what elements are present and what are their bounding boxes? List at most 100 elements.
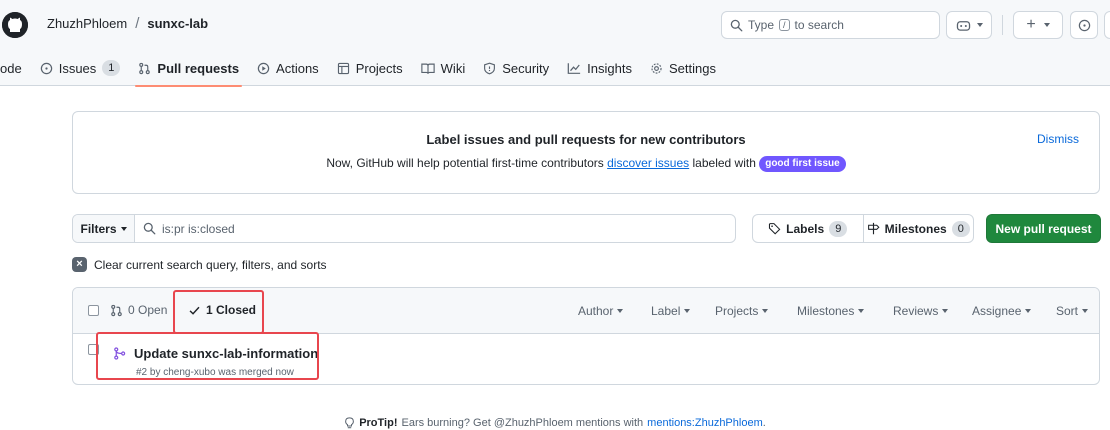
shield-icon [483, 62, 496, 75]
chevron-down-icon [976, 23, 983, 27]
facet-label: Assignee [972, 304, 1022, 318]
open-filter[interactable]: 0 Open [110, 303, 167, 317]
projects-filter[interactable]: Projects [715, 304, 769, 318]
row-checkbox[interactable] [88, 344, 99, 355]
breadcrumb-repo[interactable]: sunxc-lab [147, 16, 208, 31]
search-shortcut-key: / [779, 19, 790, 31]
select-all-checkbox[interactable] [88, 305, 99, 316]
check-icon [188, 304, 201, 317]
copilot-button[interactable] [946, 11, 992, 39]
search-query-value: is:pr is:closed [162, 221, 235, 236]
closed-count-label: 1 Closed [206, 303, 257, 317]
light-bulb-icon [344, 417, 355, 429]
pr-title-link[interactable]: Update sunxc-lab-information [113, 346, 318, 361]
git-merge-icon [113, 347, 126, 360]
filters-button[interactable]: Filters [73, 215, 135, 242]
create-new-button[interactable]: + [1013, 11, 1063, 39]
facet-label: Reviews [893, 304, 939, 318]
search-placeholder-suffix: to search [794, 18, 844, 32]
facet-label: Label [651, 304, 681, 318]
chevron-down-icon [858, 309, 865, 313]
protip-end: . [762, 417, 766, 429]
chevron-down-icon [617, 309, 624, 313]
labels-button[interactable]: Labels 9 [753, 215, 863, 242]
milestones-button-label: Milestones [884, 221, 947, 236]
pull-requests-button[interactable] [1104, 11, 1110, 39]
breadcrumb-separator: / [135, 15, 140, 32]
facet-label: Author [578, 304, 614, 318]
copilot-icon [956, 19, 971, 32]
tab-issues[interactable]: Issues 1 [31, 50, 130, 86]
facet-label: Projects [715, 304, 759, 318]
chevron-down-icon [1043, 23, 1050, 27]
milestones-filter[interactable]: Milestones [797, 304, 865, 318]
discover-issues-link[interactable]: discover issues [607, 156, 689, 170]
chevron-down-icon [1082, 309, 1089, 313]
search-query-input[interactable]: is:pr is:closed [135, 215, 735, 242]
milestones-count-badge: 0 [951, 220, 970, 237]
tab-label: Settings [668, 60, 716, 76]
issue-opened-icon [1078, 19, 1091, 32]
chevron-down-icon [762, 309, 769, 313]
chevron-down-icon [120, 226, 127, 231]
tab-label: Issues [58, 60, 97, 76]
issues-button[interactable] [1070, 11, 1098, 39]
new-pull-request-button[interactable]: New pull request [986, 214, 1101, 243]
protip-label: ProTip! [359, 417, 398, 429]
label-filter[interactable]: Label [651, 304, 691, 318]
tab-pull-requests[interactable]: Pull requests [129, 50, 248, 87]
graph-icon [567, 62, 581, 75]
tab-code[interactable]: ode [0, 50, 31, 86]
dismiss-button[interactable]: Dismiss [1037, 132, 1079, 146]
pr-meta: #2 by cheng-xubo was merged now [136, 367, 294, 378]
tab-insights[interactable]: Insights [558, 50, 641, 86]
list-header: 0 Open 1 Closed Author Label Projects Mi… [73, 288, 1099, 334]
assignee-filter[interactable]: Assignee [972, 304, 1032, 318]
header-divider [1002, 15, 1003, 35]
play-icon [257, 62, 270, 75]
pr-title: Update sunxc-lab-information [134, 346, 319, 361]
table-row: Update sunxc-lab-information #2 by cheng… [73, 334, 1099, 384]
breadcrumb-owner[interactable]: ZhuzhPhloem [47, 16, 127, 31]
banner-text-before: Now, GitHub will help potential first-ti… [326, 156, 604, 170]
repo-header: ZhuzhPhloem / sunxc-lab Type / to search… [0, 0, 1110, 87]
search-icon [730, 19, 743, 32]
git-pull-request-icon [138, 62, 151, 75]
clear-filters-link[interactable]: × Clear current search query, filters, a… [72, 257, 327, 272]
sort-filter[interactable]: Sort [1056, 304, 1089, 318]
tab-label: Wiki [440, 60, 466, 76]
new-contributors-banner: Label issues and pull requests for new c… [72, 111, 1100, 194]
tab-settings[interactable]: Settings [641, 50, 725, 86]
tab-label: ode [0, 60, 22, 76]
chevron-down-icon [684, 309, 691, 313]
open-count-label: 0 Open [128, 303, 168, 317]
tab-wiki[interactable]: Wiki [412, 50, 475, 86]
github-logo-icon[interactable] [2, 12, 28, 38]
good-first-issue-label[interactable]: good first issue [759, 156, 846, 172]
chevron-down-icon [1025, 309, 1032, 313]
banner-title: Label issues and pull requests for new c… [426, 132, 746, 147]
reviews-filter[interactable]: Reviews [893, 304, 949, 318]
tab-label: Insights [587, 60, 632, 76]
tag-icon [768, 222, 781, 235]
repo-nav-tabs: ode Issues 1 Pull requests Actions Proje… [0, 50, 725, 87]
mentions-link[interactable]: mentions:ZhuzhPhloem [647, 417, 763, 429]
labels-count-badge: 9 [829, 220, 848, 237]
labels-button-label: Labels [786, 221, 825, 236]
tab-actions[interactable]: Actions [248, 50, 328, 86]
gear-icon [650, 62, 663, 75]
filter-bar: Filters is:pr is:closed [72, 214, 736, 243]
labels-milestones-group: Labels 9 Milestones 0 [752, 214, 974, 243]
closed-filter[interactable]: 1 Closed [188, 303, 256, 317]
tab-label: Projects [355, 60, 403, 76]
tab-security[interactable]: Security [474, 50, 558, 86]
milestone-icon [867, 222, 880, 235]
search-icon [143, 222, 156, 235]
search-input[interactable]: Type / to search [721, 11, 940, 39]
milestones-button[interactable]: Milestones 0 [862, 215, 974, 242]
banner-text-after: labeled with [692, 156, 756, 170]
author-filter[interactable]: Author [578, 304, 624, 318]
clear-filters-label: Clear current search query, filters, and… [94, 257, 327, 272]
close-icon: × [72, 257, 87, 272]
tab-projects[interactable]: Projects [328, 50, 412, 86]
